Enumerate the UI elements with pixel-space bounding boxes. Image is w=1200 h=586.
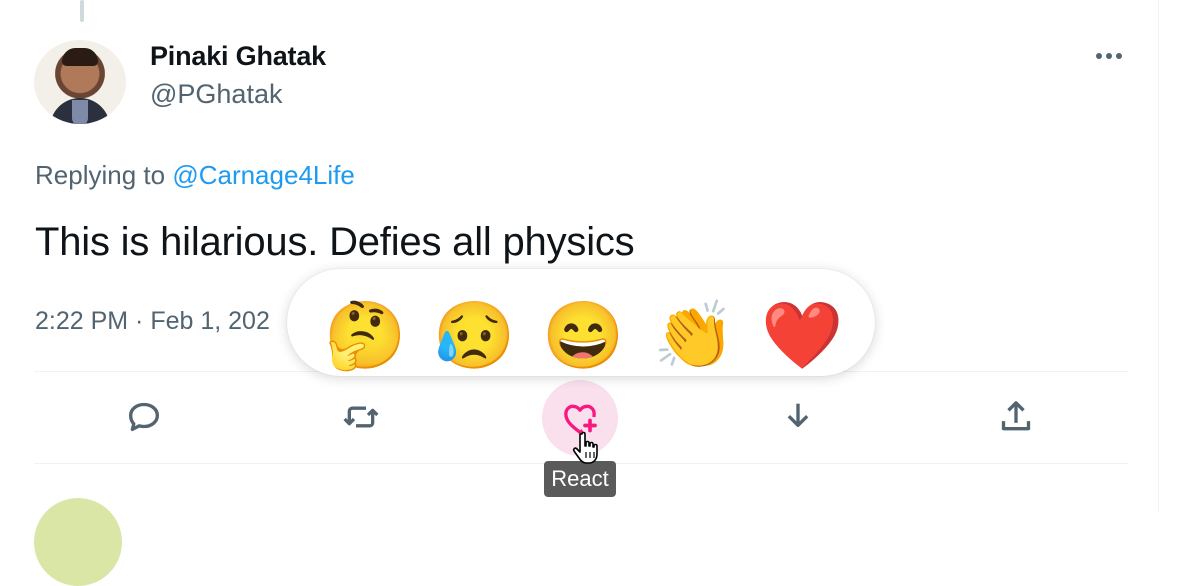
thread-connector-line bbox=[80, 0, 84, 22]
share-button[interactable] bbox=[986, 387, 1046, 447]
replying-to-line: Replying to @Carnage4Life bbox=[35, 160, 355, 191]
retweet-button[interactable] bbox=[331, 387, 391, 447]
more-options-icon[interactable] bbox=[1092, 44, 1126, 68]
share-upload-icon bbox=[1001, 401, 1031, 431]
reply-icon bbox=[129, 402, 159, 431]
author-name[interactable]: Pinaki Ghatak bbox=[150, 41, 326, 72]
tweet-timestamp[interactable]: 2:22 PM · Feb 1, 202 bbox=[35, 307, 270, 336]
reaction-sad-tear-face[interactable]: 😥 bbox=[433, 296, 515, 374]
retweet-icon bbox=[343, 406, 379, 428]
save-button[interactable] bbox=[768, 387, 828, 447]
next-reply-avatar[interactable] bbox=[34, 498, 122, 586]
column-border bbox=[1158, 0, 1159, 512]
avatar[interactable] bbox=[34, 40, 126, 124]
replying-to-mention[interactable]: @Carnage4Life bbox=[172, 160, 355, 190]
reaction-thinking-face[interactable]: 🤔 bbox=[324, 296, 406, 374]
reaction-clapping-hands[interactable]: 👏 bbox=[653, 296, 735, 374]
tweet-text: This is hilarious. Defies all physics bbox=[35, 220, 635, 264]
reaction-grinning-squinting-face[interactable]: 😄 bbox=[542, 296, 624, 374]
download-arrow-icon bbox=[787, 403, 809, 427]
author-handle[interactable]: @PGhatak bbox=[150, 79, 282, 110]
reply-button[interactable] bbox=[114, 387, 174, 447]
reaction-picker: 🤔 😥 😄 👏 ❤️ bbox=[287, 269, 875, 376]
replying-prefix: Replying to bbox=[35, 160, 166, 190]
reaction-red-heart[interactable]: ❤️ bbox=[761, 296, 843, 374]
hand-pointer-cursor-icon bbox=[572, 431, 598, 464]
